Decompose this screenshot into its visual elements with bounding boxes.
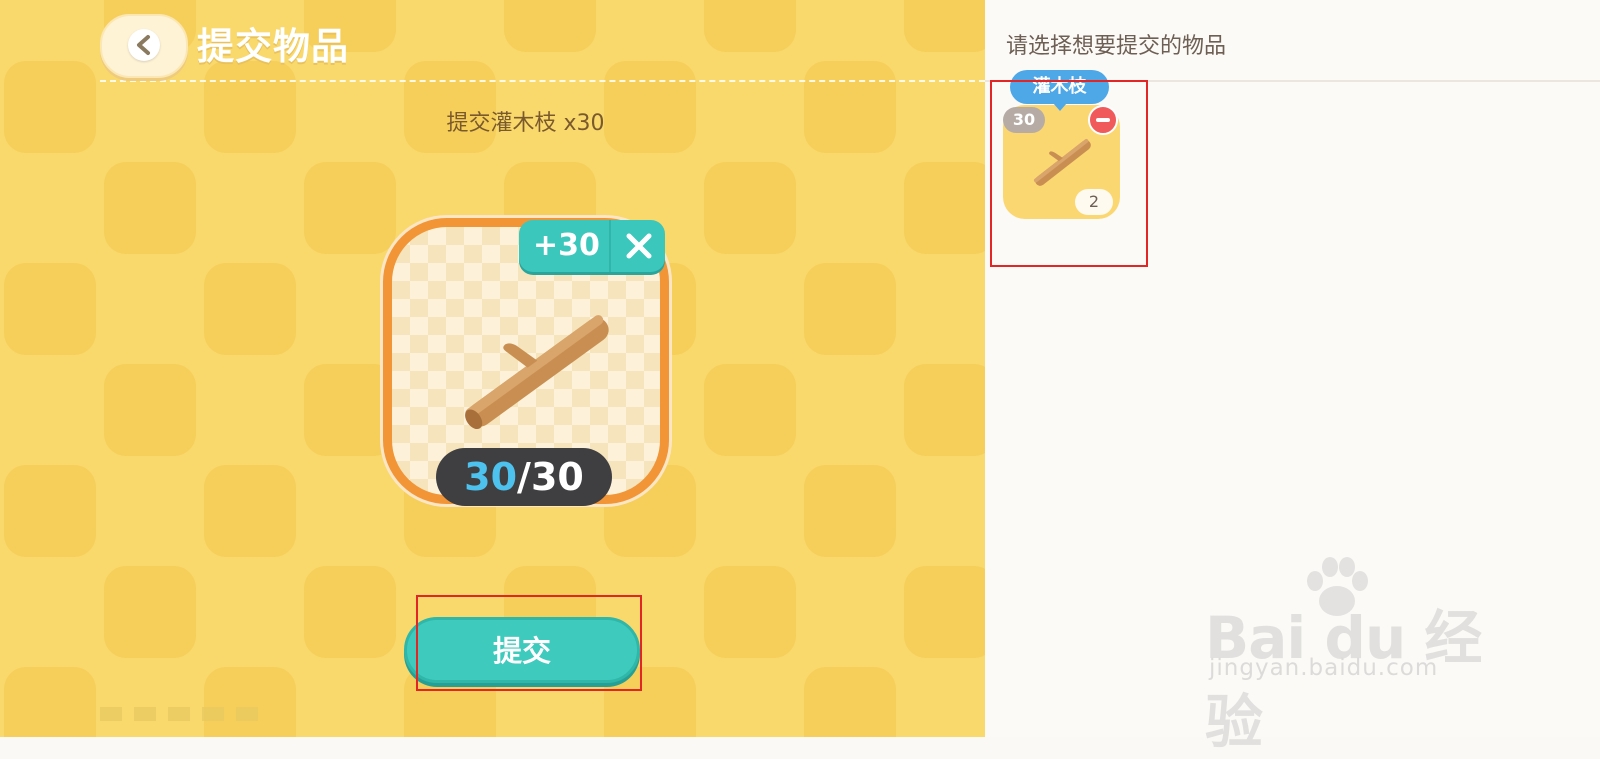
background-tile [704, 162, 796, 254]
watermark-url: jingyan.baidu.com [1209, 655, 1439, 681]
background-tile [904, 566, 985, 658]
footer-text-blurred [100, 707, 260, 721]
background-tile [804, 263, 896, 355]
background-tile [4, 263, 96, 355]
background-tile [104, 566, 196, 658]
background-tile [204, 465, 296, 557]
highlight-box-inventory-slot [990, 80, 1148, 267]
add-quantity-badge[interactable]: +30 [519, 220, 665, 272]
chevron-left-icon [137, 35, 150, 55]
page-title: 提交物品 [197, 25, 349, 68]
background-tile [704, 364, 796, 456]
background-tile [304, 162, 396, 254]
background-tile [704, 566, 796, 658]
background-tile [4, 667, 96, 737]
background-tile [804, 667, 896, 737]
background-tile [4, 465, 96, 557]
watermark: Bai du 经验 jingyan.baidu.com [1205, 555, 1495, 756]
background-tile [204, 263, 296, 355]
quantity-total: 30 [530, 455, 584, 499]
close-icon[interactable] [622, 230, 656, 262]
background-tile [904, 162, 985, 254]
background-tile [104, 364, 196, 456]
background-tile [304, 566, 396, 658]
highlight-box-submit-button [416, 595, 642, 691]
quantity-current: 30 [464, 455, 518, 499]
request-description: 提交灌木枝 x30 [446, 111, 605, 136]
selection-title: 请选择想要提交的物品 [1006, 34, 1227, 59]
background-tile [904, 0, 985, 52]
back-button[interactable] [100, 14, 188, 78]
background-tile [804, 465, 896, 557]
background-tile [704, 0, 796, 52]
quantity-counter: 30/30 [436, 448, 612, 506]
header-divider [100, 80, 985, 82]
background-tile [904, 364, 985, 456]
background-tile [204, 667, 296, 737]
background-tile [104, 162, 196, 254]
background-tile [504, 0, 596, 52]
add-quantity-label: +30 [533, 228, 600, 263]
quantity-separator: / [517, 455, 531, 499]
branch-icon [465, 315, 609, 430]
